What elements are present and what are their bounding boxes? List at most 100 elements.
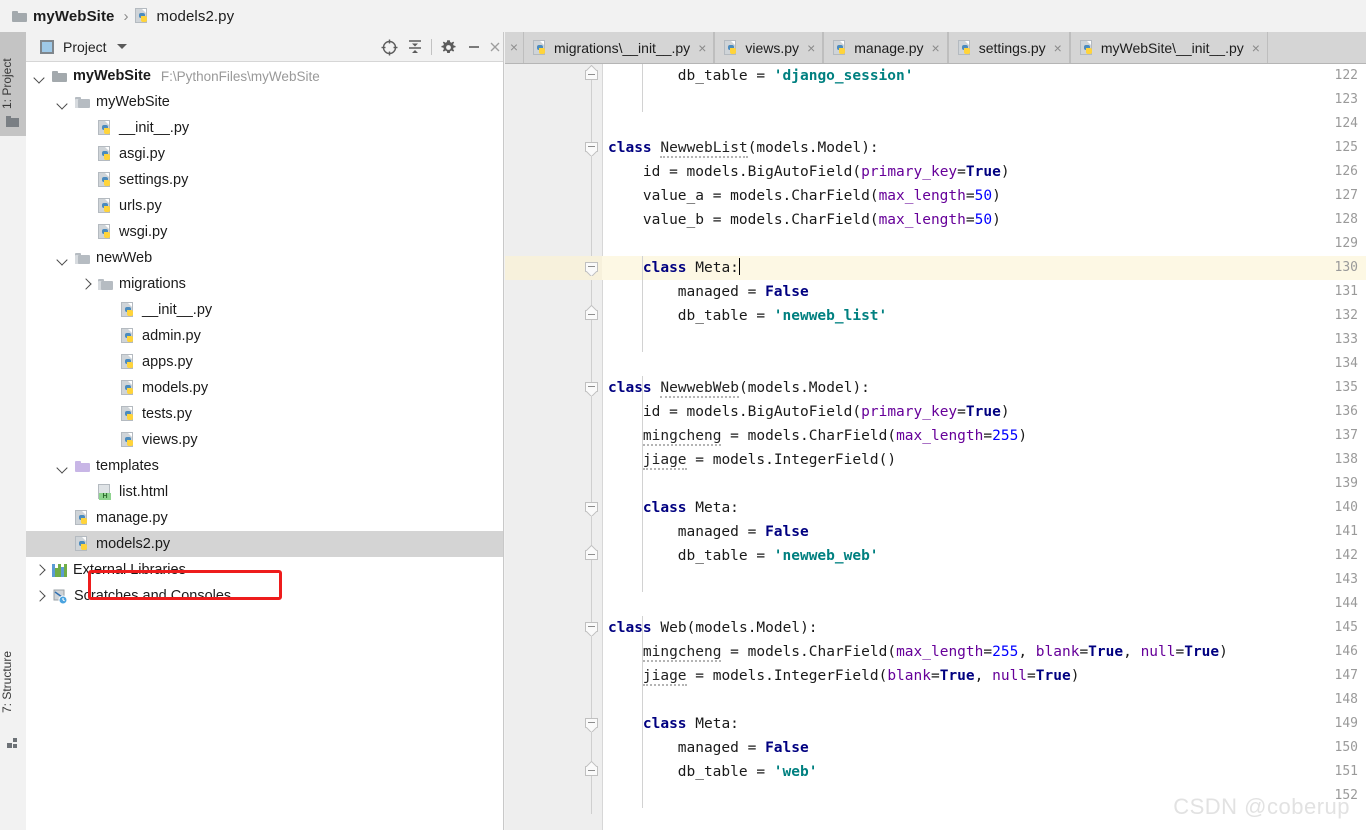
chevron-down-icon[interactable] [34,71,45,82]
tool-window-button-structure[interactable]: 7: Structure [0,632,26,732]
fold-marker-140[interactable] [585,502,598,515]
line-number: 140 [1334,500,1358,515]
tab-close-icon[interactable]: × [698,41,706,55]
tree-row-label: myWebSite [96,94,170,110]
line-number: 128 [1334,212,1358,227]
line-number: 123 [1334,92,1358,107]
code-line-127: value_a = models.CharField(max_length=50… [642,188,1001,204]
chevron-right-icon[interactable] [34,565,45,576]
minimize-icon[interactable] [461,34,487,60]
tree-row-urls-py[interactable]: urls.py [26,193,503,219]
chevron-down-icon[interactable] [116,44,127,49]
python-file-icon [121,302,136,318]
chevron-down-icon[interactable] [57,253,68,264]
fold-marker-145[interactable] [585,622,598,635]
tree-row-models-py[interactable]: models.py [26,375,503,401]
watermark: CSDN @coberup [1173,794,1350,819]
editor-tab-manage-py[interactable]: manage.py × [823,32,948,63]
fold-marker-135[interactable] [585,382,598,395]
tree-row-admin-py[interactable]: admin.py [26,323,503,349]
fold-marker-122[interactable] [585,70,598,83]
fold-marker-125[interactable] [585,142,598,155]
fold-marker-130[interactable] [585,262,598,275]
fold-marker-142[interactable] [585,550,598,563]
module-folder-icon [75,252,90,264]
html-file-icon: H [98,484,113,500]
line-number: 145 [1334,620,1358,635]
editor-tab-label: migrations\__init__.py [554,39,691,56]
line-number: 125 [1334,140,1358,155]
editor-area: × migrations\__init__.py × views.py × manage… [505,32,1366,830]
tree-row-models2-py[interactable]: models2.py [26,531,503,557]
editor-tab-mywebsite-__init__-py[interactable]: myWebSite\__init__.py × [1069,32,1268,63]
close-icon[interactable] [487,34,503,60]
tree-row-list-html[interactable]: Hlist.html [26,479,503,505]
fold-marker-149[interactable] [585,718,598,731]
tree-row-mywebsite[interactable]: myWebSite F:\PythonFiles\myWebSite [26,63,503,89]
project-tree[interactable]: myWebSite F:\PythonFiles\myWebSite myWebSi… [26,63,503,829]
tree-row-views-py[interactable]: views.py [26,427,503,453]
tree-row-__init__-py[interactable]: __init__.py [26,297,503,323]
python-file-icon [121,380,136,396]
tree-row-asgi-py[interactable]: asgi.py [26,141,503,167]
editor-tab-views-py[interactable]: views.py × [714,32,824,63]
code-line-130: class Meta: [642,258,741,276]
tree-row-wsgi-py[interactable]: wsgi.py [26,219,503,245]
line-number: 143 [1334,572,1358,587]
tree-row-path: F:\PythonFiles\myWebSite [160,68,320,84]
line-number: 142 [1334,548,1358,563]
structure-icon [7,738,19,750]
code-line-147: jiage = models.IntegerField(blank=True, … [642,668,1080,686]
chevron-down-icon[interactable] [57,461,68,472]
code-editor[interactable]: 122 db_table = 'django_session' 123 124 125 c… [505,64,1366,830]
line-number: 139 [1334,476,1358,491]
python-file-icon [957,39,973,56]
locate-icon[interactable] [376,34,402,60]
code-line-135: class NewwebWeb(models.Model): [608,380,870,398]
gear-icon[interactable] [435,34,461,60]
tree-row-manage-py[interactable]: manage.py [26,505,503,531]
tab-close-icon[interactable]: × [932,41,940,55]
folder-icon [12,10,27,22]
line-number: 124 [1334,116,1358,131]
tree-row-external-libraries[interactable]: External Libraries [26,557,503,583]
breadcrumb-file[interactable]: models2.py [135,0,234,32]
editor-tab-migrations-__init__-py[interactable]: migrations\__init__.py × [523,32,715,63]
indent-guide [642,64,643,112]
tree-row-apps-py[interactable]: apps.py [26,349,503,375]
chevron-down-icon[interactable] [57,97,68,108]
editor-tab-bar: × migrations\__init__.py × views.py × manage… [505,32,1366,64]
tree-row-label: migrations [119,276,186,292]
breadcrumb-project[interactable]: myWebSite [12,0,114,32]
line-number: 146 [1334,644,1358,659]
tree-row-newweb[interactable]: newWeb [26,245,503,271]
code-line-137: mingcheng = models.CharField(max_length=… [642,428,1028,446]
tree-row-settings-py[interactable]: settings.py [26,167,503,193]
collapse-all-icon[interactable] [402,34,428,60]
tree-row-tests-py[interactable]: tests.py [26,401,503,427]
editor-tab-settings-py[interactable]: settings.py × [947,32,1070,63]
tree-row-templates[interactable]: templates [26,453,503,479]
tree-row-migrations[interactable]: migrations [26,271,503,297]
tool-window-button-structure-label: 7: Structure [0,650,14,714]
chevron-right-icon[interactable] [80,279,91,290]
line-number: 151 [1334,764,1358,779]
tree-row-__init__-py[interactable]: __init__.py [26,115,503,141]
fold-marker-151[interactable] [585,766,598,779]
code-line-131: managed = False [677,284,809,300]
code-line-125: class NewwebList(models.Model): [608,140,879,158]
tab-close-icon-partial[interactable]: × [505,32,523,63]
tree-row-scratches-and-consoles[interactable]: Scratches and Consoles [26,583,503,609]
python-file-icon [75,510,90,526]
chevron-right-icon[interactable] [34,591,45,602]
line-number: 141 [1334,524,1358,539]
tab-close-icon[interactable]: × [807,41,815,55]
tab-close-icon[interactable]: × [1252,41,1260,55]
tree-row-mywebsite[interactable]: myWebSite [26,89,503,115]
fold-marker-132[interactable] [585,310,598,323]
tab-close-icon[interactable]: × [1054,41,1062,55]
